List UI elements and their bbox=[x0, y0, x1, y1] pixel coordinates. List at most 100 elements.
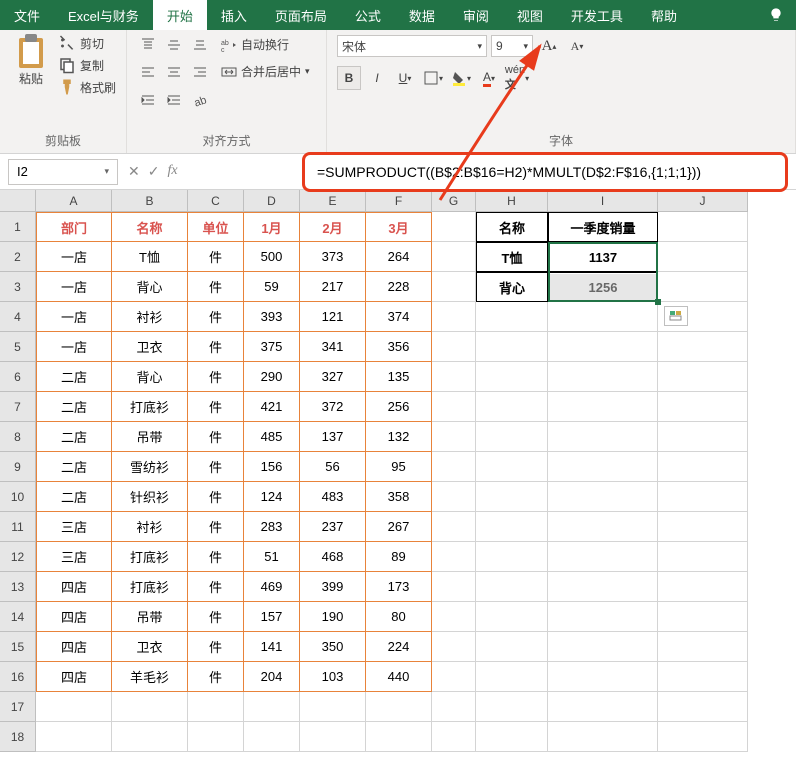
cell-J17[interactable] bbox=[658, 692, 748, 722]
align-center-button[interactable] bbox=[163, 62, 185, 84]
cell-D7[interactable]: 421 bbox=[244, 392, 300, 422]
cell-C15[interactable]: 件 bbox=[188, 632, 244, 662]
wrap-text-button[interactable]: abc 自动换行 bbox=[217, 34, 314, 55]
cell-G13[interactable] bbox=[432, 572, 476, 602]
cell-J9[interactable] bbox=[658, 452, 748, 482]
cell-D13[interactable]: 469 bbox=[244, 572, 300, 602]
cell-G10[interactable] bbox=[432, 482, 476, 512]
column-header-B[interactable]: B bbox=[112, 190, 188, 212]
tab-formulas[interactable]: 公式 bbox=[341, 0, 395, 30]
cell-F14[interactable]: 80 bbox=[366, 602, 432, 632]
column-header-A[interactable]: A bbox=[36, 190, 112, 212]
name-box[interactable]: I2 ▾ bbox=[8, 159, 118, 185]
cell-F11[interactable]: 267 bbox=[366, 512, 432, 542]
cell-D17[interactable] bbox=[244, 692, 300, 722]
cell-A1[interactable]: 部门 bbox=[36, 212, 112, 242]
cell-G1[interactable] bbox=[432, 212, 476, 242]
cell-H10[interactable] bbox=[476, 482, 548, 512]
cell-A2[interactable]: 一店 bbox=[36, 242, 112, 272]
increase-font-button[interactable]: A▴ bbox=[537, 34, 561, 58]
cell-F13[interactable]: 173 bbox=[366, 572, 432, 602]
tell-me-button[interactable] bbox=[756, 0, 796, 30]
cell-I5[interactable] bbox=[548, 332, 658, 362]
cell-H15[interactable] bbox=[476, 632, 548, 662]
format-painter-button[interactable]: 格式刷 bbox=[58, 78, 116, 96]
cell-D1[interactable]: 1月 bbox=[244, 212, 300, 242]
cell-I13[interactable] bbox=[548, 572, 658, 602]
cell-F15[interactable]: 224 bbox=[366, 632, 432, 662]
cell-D12[interactable]: 51 bbox=[244, 542, 300, 572]
cell-A3[interactable]: 一店 bbox=[36, 272, 112, 302]
cell-B12[interactable]: 打底衫 bbox=[112, 542, 188, 572]
align-top-button[interactable] bbox=[137, 34, 159, 56]
row-header-4[interactable]: 4 bbox=[0, 302, 36, 332]
cell-A4[interactable]: 一店 bbox=[36, 302, 112, 332]
cell-D3[interactable]: 59 bbox=[244, 272, 300, 302]
cell-A12[interactable]: 三店 bbox=[36, 542, 112, 572]
column-header-I[interactable]: I bbox=[548, 190, 658, 212]
cell-A6[interactable]: 二店 bbox=[36, 362, 112, 392]
cell-G12[interactable] bbox=[432, 542, 476, 572]
cell-E12[interactable]: 468 bbox=[300, 542, 366, 572]
copy-button[interactable]: 复制 bbox=[58, 56, 116, 74]
cell-J7[interactable] bbox=[658, 392, 748, 422]
row-header-17[interactable]: 17 bbox=[0, 692, 36, 722]
row-header-14[interactable]: 14 bbox=[0, 602, 36, 632]
cell-I4[interactable] bbox=[548, 302, 658, 332]
cell-D14[interactable]: 157 bbox=[244, 602, 300, 632]
row-header-5[interactable]: 5 bbox=[0, 332, 36, 362]
column-header-J[interactable]: J bbox=[658, 190, 748, 212]
row-header-13[interactable]: 13 bbox=[0, 572, 36, 602]
cell-C18[interactable] bbox=[188, 722, 244, 752]
cell-G17[interactable] bbox=[432, 692, 476, 722]
cell-F8[interactable]: 132 bbox=[366, 422, 432, 452]
cell-A13[interactable]: 四店 bbox=[36, 572, 112, 602]
cell-A7[interactable]: 二店 bbox=[36, 392, 112, 422]
fx-icon[interactable]: fx bbox=[167, 163, 177, 180]
cancel-formula-button[interactable]: ✕ bbox=[128, 163, 140, 180]
row-header-16[interactable]: 16 bbox=[0, 662, 36, 692]
row-header-2[interactable]: 2 bbox=[0, 242, 36, 272]
tab-review[interactable]: 审阅 bbox=[449, 0, 503, 30]
cell-I1[interactable]: 一季度销量 bbox=[548, 212, 658, 242]
cell-E10[interactable]: 483 bbox=[300, 482, 366, 512]
cell-I11[interactable] bbox=[548, 512, 658, 542]
cell-C2[interactable]: 件 bbox=[188, 242, 244, 272]
cell-B11[interactable]: 衬衫 bbox=[112, 512, 188, 542]
cell-I7[interactable] bbox=[548, 392, 658, 422]
row-header-1[interactable]: 1 bbox=[0, 212, 36, 242]
tab-help[interactable]: 帮助 bbox=[637, 0, 691, 30]
cell-G5[interactable] bbox=[432, 332, 476, 362]
column-header-C[interactable]: C bbox=[188, 190, 244, 212]
cell-C1[interactable]: 单位 bbox=[188, 212, 244, 242]
select-all-corner[interactable] bbox=[0, 190, 36, 212]
cell-F9[interactable]: 95 bbox=[366, 452, 432, 482]
tab-insert[interactable]: 插入 bbox=[207, 0, 261, 30]
cell-A10[interactable]: 二店 bbox=[36, 482, 112, 512]
font-color-button[interactable]: A▾ bbox=[477, 66, 501, 90]
tab-view[interactable]: 视图 bbox=[503, 0, 557, 30]
cell-D10[interactable]: 124 bbox=[244, 482, 300, 512]
cell-C17[interactable] bbox=[188, 692, 244, 722]
italic-button[interactable]: I bbox=[365, 66, 389, 90]
cell-G8[interactable] bbox=[432, 422, 476, 452]
cell-H8[interactable] bbox=[476, 422, 548, 452]
cell-B8[interactable]: 吊带 bbox=[112, 422, 188, 452]
phonetic-button[interactable]: wén文▾ bbox=[505, 66, 529, 90]
cell-H11[interactable] bbox=[476, 512, 548, 542]
spreadsheet[interactable]: ABCDEFGHIJ 1部门名称单位1月2月3月名称一季度销量2一店T恤件500… bbox=[0, 190, 796, 752]
cell-H16[interactable] bbox=[476, 662, 548, 692]
cell-E18[interactable] bbox=[300, 722, 366, 752]
align-bottom-button[interactable] bbox=[189, 34, 211, 56]
cell-G7[interactable] bbox=[432, 392, 476, 422]
cell-B16[interactable]: 羊毛衫 bbox=[112, 662, 188, 692]
paste-button[interactable]: 粘贴 bbox=[10, 34, 52, 87]
cell-D6[interactable]: 290 bbox=[244, 362, 300, 392]
cell-A11[interactable]: 三店 bbox=[36, 512, 112, 542]
row-header-8[interactable]: 8 bbox=[0, 422, 36, 452]
cell-G4[interactable] bbox=[432, 302, 476, 332]
cell-D8[interactable]: 485 bbox=[244, 422, 300, 452]
tab-file[interactable]: 文件 bbox=[0, 0, 54, 30]
cell-F4[interactable]: 374 bbox=[366, 302, 432, 332]
cell-H17[interactable] bbox=[476, 692, 548, 722]
